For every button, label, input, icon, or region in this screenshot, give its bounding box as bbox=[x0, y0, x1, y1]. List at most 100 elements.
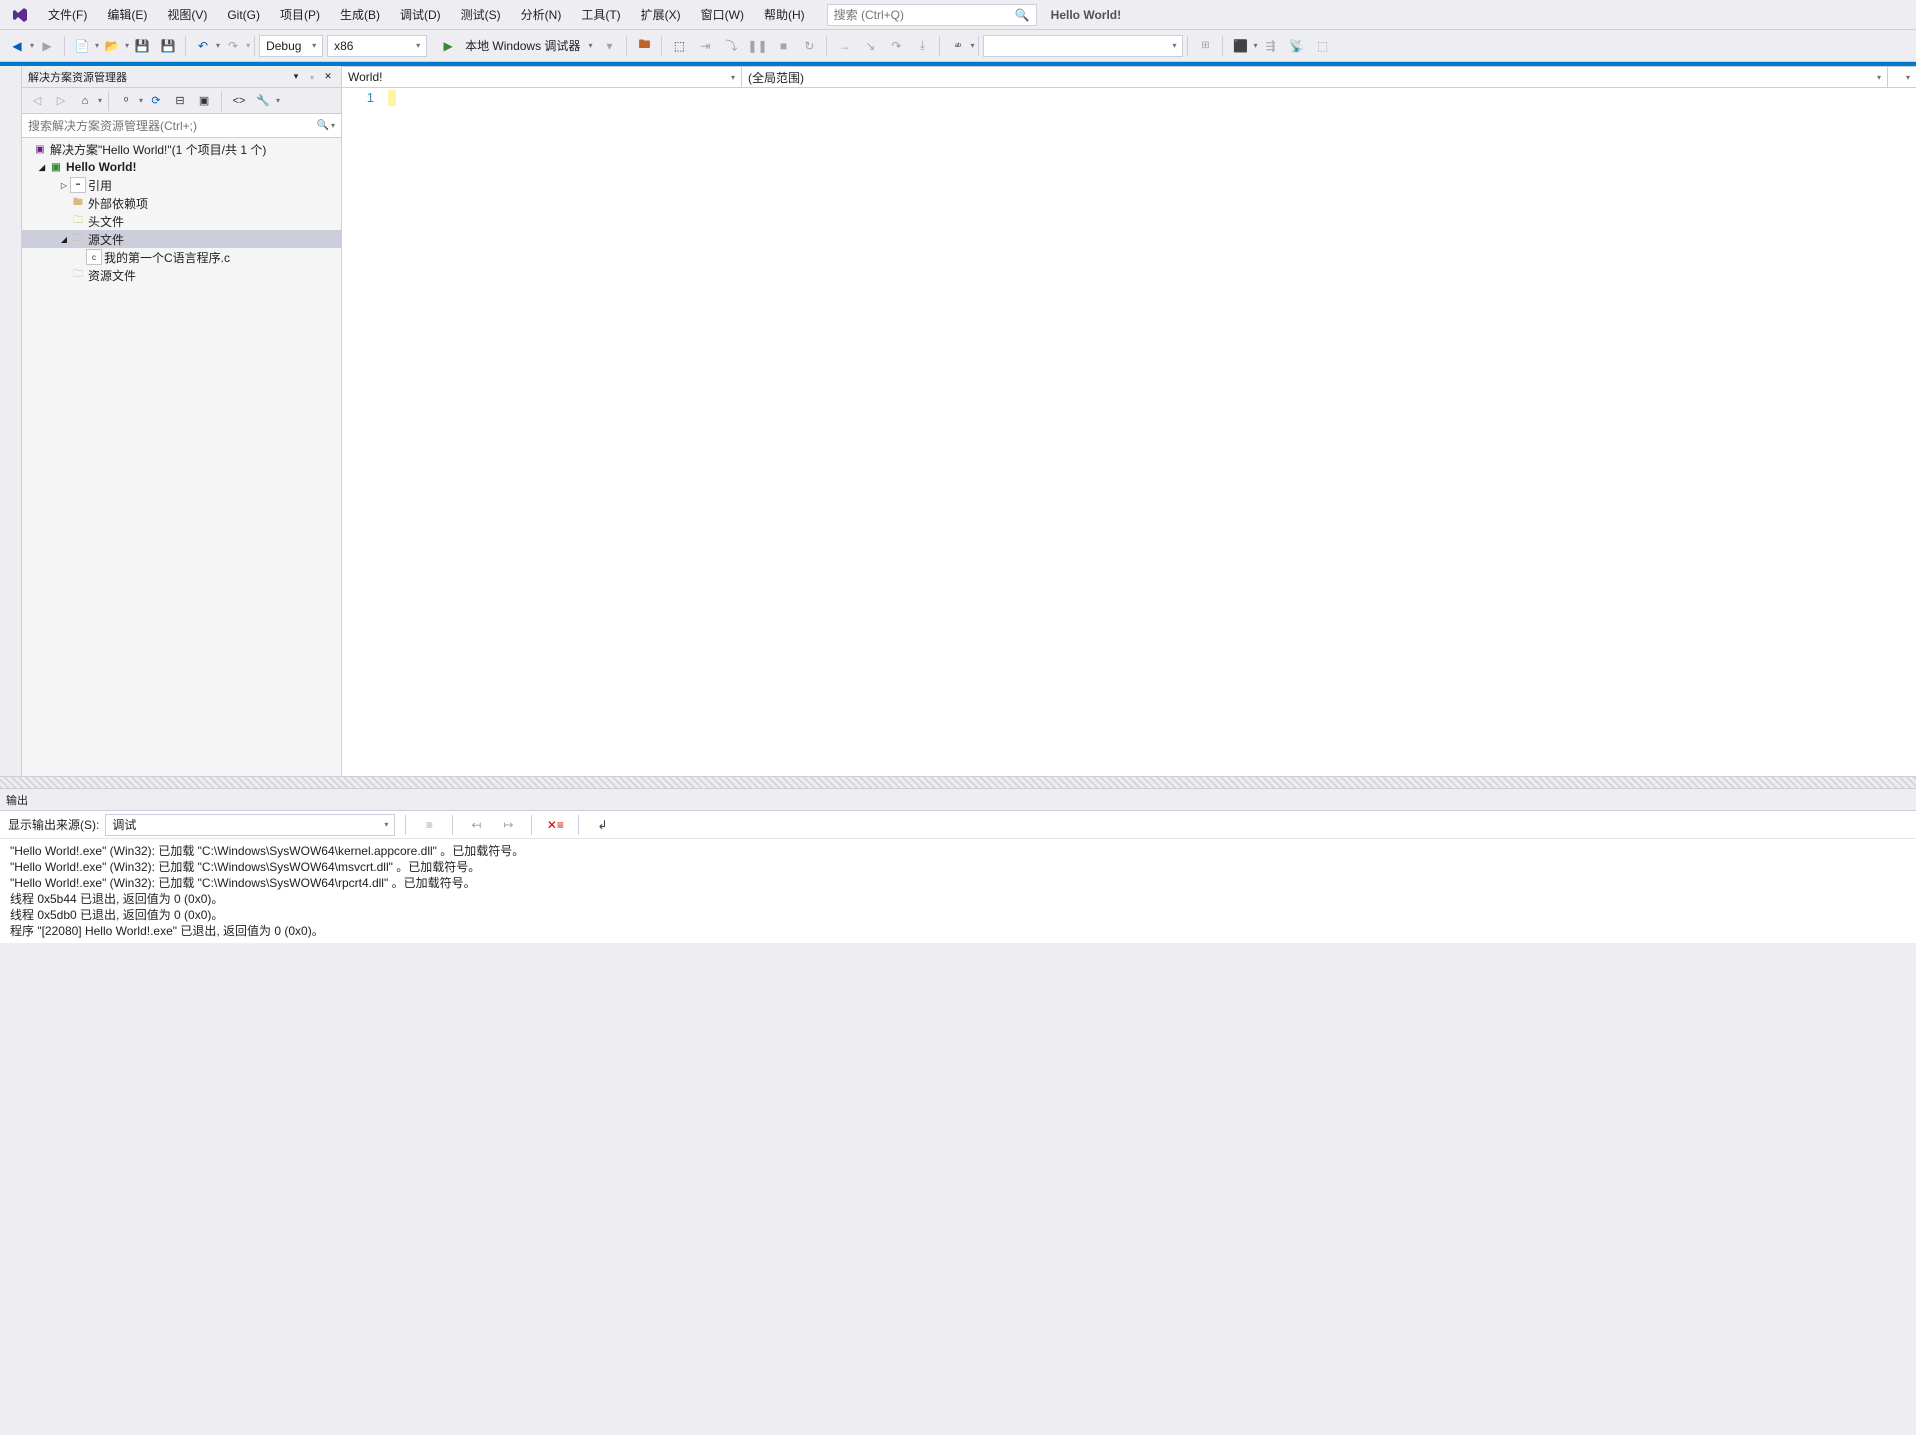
process-combo[interactable]: ▾ bbox=[983, 35, 1183, 57]
output-text[interactable]: "Hello World!.exe" (Win32): 已加载 "C:\Wind… bbox=[0, 839, 1916, 943]
menubar: 文件(F) 编辑(E) 视图(V) Git(G) 项目(P) 生成(B) 调试(… bbox=[0, 0, 1916, 30]
se-search-input[interactable] bbox=[28, 119, 317, 133]
folder-icon: 🗀 bbox=[70, 213, 86, 229]
expander-icon[interactable]: ◢ bbox=[36, 161, 48, 173]
menu-extensions[interactable]: 扩展(X) bbox=[631, 2, 691, 27]
output-header: 输出 bbox=[0, 789, 1916, 811]
start-debug-label: 本地 Windows 调试器 bbox=[465, 37, 580, 54]
se-refresh-button[interactable]: ⟳ bbox=[146, 91, 166, 111]
code-text-area[interactable] bbox=[388, 88, 1916, 776]
se-code-button[interactable]: <> bbox=[229, 91, 249, 111]
menu-git[interactable]: Git(G) bbox=[217, 4, 270, 26]
solution-platform-combo[interactable]: x86▾ bbox=[327, 35, 427, 57]
panel-close-icon[interactable]: ✕ bbox=[321, 70, 335, 84]
se-properties-button[interactable]: 🔧 bbox=[253, 91, 273, 111]
solution-tree[interactable]: ▣ 解决方案"Hello World!"(1 个项目/共 1 个) ◢ ▣ He… bbox=[22, 138, 341, 776]
search-input[interactable] bbox=[834, 8, 1015, 22]
step-down-button[interactable]: ↘ bbox=[858, 34, 882, 58]
nav-project-value: World! bbox=[348, 70, 382, 84]
open-file-button[interactable]: 📂 bbox=[100, 34, 124, 58]
step-into-button[interactable]: ⇥ bbox=[693, 34, 717, 58]
solution-explorer-search[interactable]: 🔍 ▾ bbox=[22, 114, 341, 138]
output-prev-button[interactable]: ↤ bbox=[464, 813, 488, 837]
debug-target-icon[interactable]: ▾ bbox=[597, 34, 621, 58]
menu-file[interactable]: 文件(F) bbox=[38, 2, 97, 27]
save-button[interactable]: 💾 bbox=[130, 34, 154, 58]
se-back-button[interactable]: ◁ bbox=[27, 91, 47, 111]
nav-member-combo[interactable]: ▾ bbox=[1888, 66, 1916, 87]
vs-logo-icon[interactable] bbox=[8, 3, 32, 27]
extra-button[interactable]: ⬚ bbox=[1310, 34, 1334, 58]
grid-button[interactable]: ⊞ bbox=[1193, 34, 1217, 58]
toolbox-button[interactable]: ⬚ bbox=[667, 34, 691, 58]
se-show-all-button[interactable]: ▣ bbox=[194, 91, 214, 111]
stop-button[interactable]: ■ bbox=[771, 34, 795, 58]
restart-button[interactable]: ↻ bbox=[797, 34, 821, 58]
output-title: 输出 bbox=[6, 792, 28, 808]
se-collapse-button[interactable]: ⊟ bbox=[170, 91, 190, 111]
quick-launch-search[interactable]: 🔍 bbox=[827, 4, 1037, 26]
menu-edit[interactable]: 编辑(E) bbox=[97, 2, 157, 27]
menu-test[interactable]: 测试(S) bbox=[451, 2, 511, 27]
step-out-button[interactable]: ↷ bbox=[884, 34, 908, 58]
menu-analyze[interactable]: 分析(N) bbox=[511, 2, 572, 27]
separator bbox=[1222, 36, 1223, 56]
references-node[interactable]: ▷ ▪▪ 引用 bbox=[22, 176, 341, 194]
menu-view[interactable]: 视图(V) bbox=[157, 2, 217, 27]
cursor-button[interactable]: ⤓ bbox=[910, 34, 934, 58]
solution-node[interactable]: ▣ 解决方案"Hello World!"(1 个项目/共 1 个) bbox=[22, 140, 341, 158]
menu-build[interactable]: 生成(B) bbox=[330, 2, 390, 27]
redo-button[interactable]: ↷ bbox=[221, 34, 245, 58]
se-fwd-button[interactable]: ▷ bbox=[51, 91, 71, 111]
output-source-combo[interactable]: 调试▾ bbox=[105, 814, 395, 836]
expander-icon[interactable]: ▷ bbox=[58, 179, 70, 191]
nav-forward-button[interactable]: ▶ bbox=[35, 34, 59, 58]
separator bbox=[1187, 36, 1188, 56]
panel-pin-icon[interactable]: ▫ bbox=[305, 70, 319, 84]
pause-button[interactable]: ❚❚ bbox=[745, 34, 769, 58]
menu-window[interactable]: 窗口(W) bbox=[691, 2, 754, 27]
solution-config-combo[interactable]: Debug▾ bbox=[259, 35, 323, 57]
live-share-button[interactable]: 📡 bbox=[1284, 34, 1308, 58]
source-file-node[interactable]: c 我的第一个C语言程序.c bbox=[22, 248, 341, 266]
menu-project[interactable]: 项目(P) bbox=[270, 2, 330, 27]
resources-node[interactable]: 🗀 资源文件 bbox=[22, 266, 341, 284]
separator bbox=[108, 91, 109, 111]
output-clear-button[interactable]: ✕≡ bbox=[543, 813, 567, 837]
undo-button[interactable]: ↶ bbox=[191, 34, 215, 58]
expander-icon[interactable]: ◢ bbox=[58, 233, 70, 245]
menu-tools[interactable]: 工具(T) bbox=[571, 2, 630, 27]
se-switch-view-button[interactable]: ᵒ bbox=[116, 91, 136, 111]
se-home-button[interactable]: ⌂ bbox=[75, 91, 95, 111]
start-debug-button[interactable]: ▶ 本地 Windows 调试器 ▾ bbox=[431, 34, 596, 58]
project-node[interactable]: ◢ ▣ Hello World! bbox=[22, 158, 341, 176]
code-editor[interactable]: 1 bbox=[342, 88, 1916, 776]
new-project-button[interactable]: 📄 bbox=[70, 34, 94, 58]
solution-explorer-panel: 解决方案资源管理器 ▾ ▫ ✕ ◁ ▷ ⌂ ▾ ᵒ ▾ ⟳ ⊟ ▣ <> 🔧 ▾… bbox=[22, 66, 342, 776]
hex-button[interactable]: ᵃᵇ bbox=[945, 34, 969, 58]
project-icon: ▣ bbox=[48, 159, 64, 175]
menu-help[interactable]: 帮助(H) bbox=[754, 2, 815, 27]
left-dock-strip[interactable] bbox=[0, 66, 22, 776]
solution-explorer-toolbar: ◁ ▷ ⌂ ▾ ᵒ ▾ ⟳ ⊟ ▣ <> 🔧 ▾ bbox=[22, 88, 341, 114]
nav-project-combo[interactable]: World!▾ bbox=[342, 66, 742, 87]
external-node[interactable]: 🖿 外部依赖项 bbox=[22, 194, 341, 212]
output-wrap-button[interactable]: ↲ bbox=[590, 813, 614, 837]
layout-button[interactable]: ⬛ bbox=[1228, 34, 1252, 58]
folder-icon: 🗀 bbox=[70, 231, 86, 247]
sources-node[interactable]: ◢ 🗀 源文件 bbox=[22, 230, 341, 248]
output-find-button[interactable]: ≡ bbox=[417, 813, 441, 837]
step-over-button[interactable]: ⤵ bbox=[719, 34, 743, 58]
output-line: 线程 0x5db0 已退出, 返回值为 0 (0x0)。 bbox=[10, 907, 1906, 923]
output-next-button[interactable]: ↦ bbox=[496, 813, 520, 837]
menu-debug[interactable]: 调试(D) bbox=[390, 2, 451, 27]
arrow-button[interactable]: → bbox=[832, 34, 856, 58]
splitter-bar[interactable] bbox=[0, 776, 1916, 788]
save-all-button[interactable]: 💾 bbox=[156, 34, 180, 58]
nav-scope-combo[interactable]: (全局范围)▾ bbox=[742, 66, 1888, 87]
nav-back-button[interactable]: ◀ bbox=[5, 34, 29, 58]
browse-button[interactable]: 🖿 bbox=[632, 34, 656, 58]
headers-node[interactable]: 🗀 头文件 bbox=[22, 212, 341, 230]
sync-button[interactable]: ⇶ bbox=[1258, 34, 1282, 58]
panel-options-icon[interactable]: ▾ bbox=[289, 70, 303, 84]
